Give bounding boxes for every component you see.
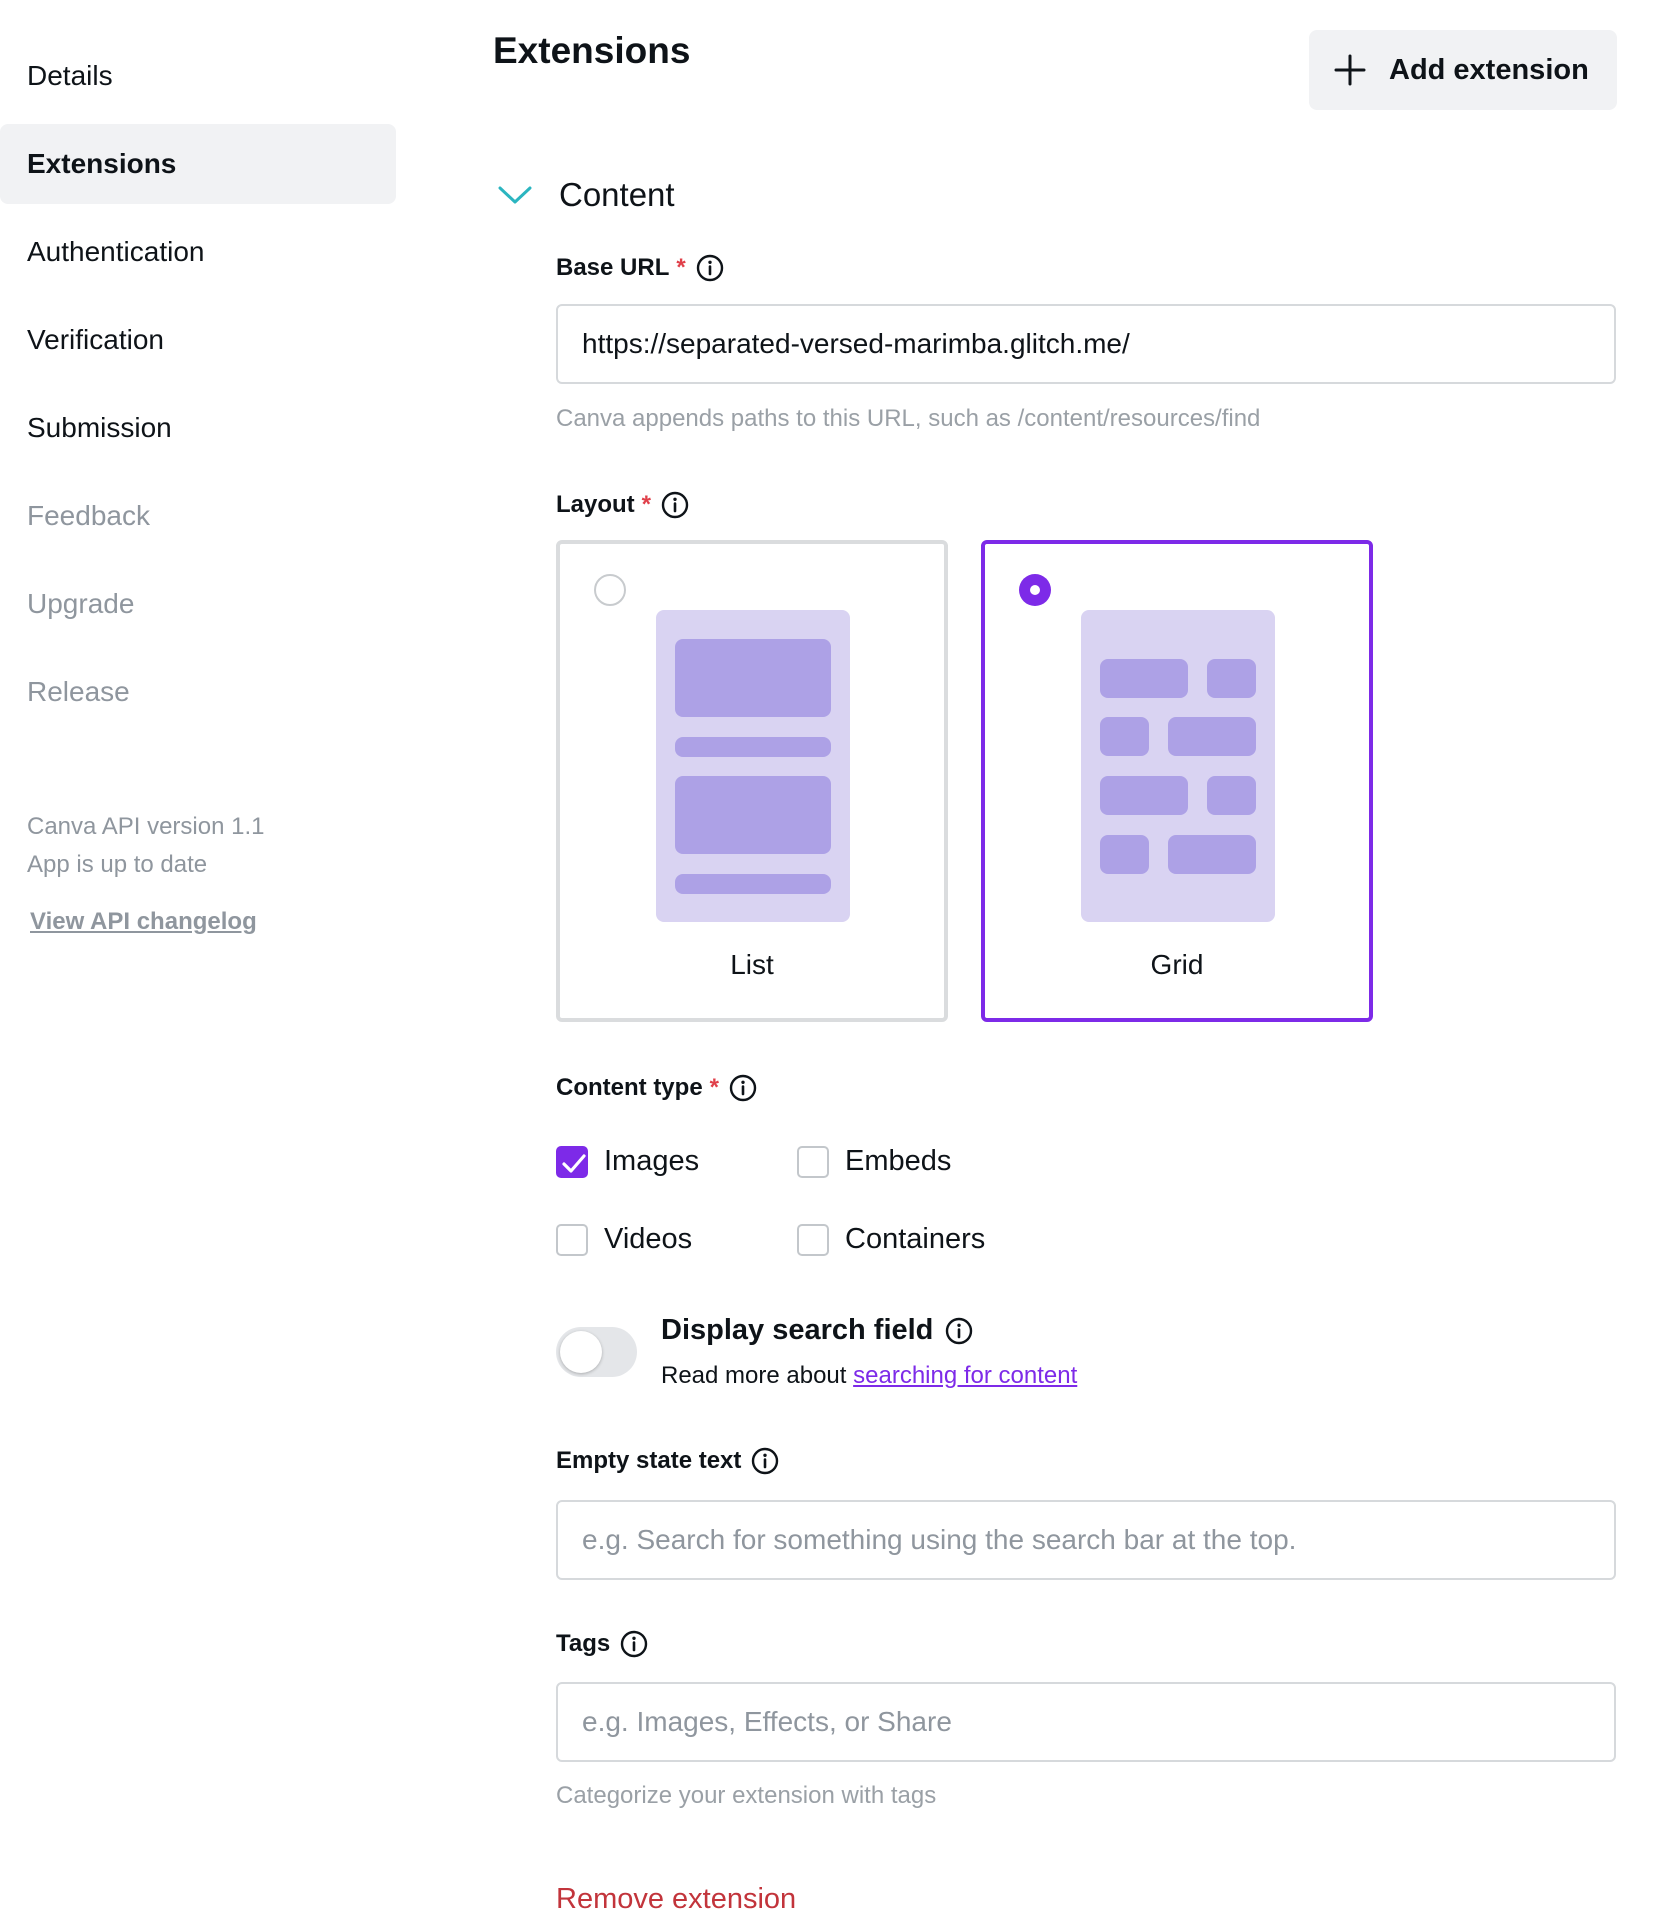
- plus-icon: [1334, 54, 1366, 86]
- layout-option-grid[interactable]: Grid: [981, 540, 1373, 1022]
- section-title: Content: [559, 176, 675, 213]
- extensions-settings-page: Details Extensions Authentication Verifi…: [0, 0, 1666, 1930]
- chevron-down-icon: [498, 186, 532, 204]
- content-type-videos[interactable]: Videos: [556, 1223, 692, 1256]
- content-section-toggle[interactable]: Content: [497, 176, 675, 214]
- sidebar-item-submission[interactable]: Submission: [0, 388, 396, 468]
- info-icon[interactable]: [945, 1317, 973, 1345]
- sidebar-item-details[interactable]: Details: [0, 36, 396, 116]
- base-url-input[interactable]: https://separated-versed-marimba.glitch.…: [556, 304, 1616, 384]
- tags-input[interactable]: e.g. Images, Effects, or Share: [556, 1682, 1616, 1762]
- api-changelog-link[interactable]: View API changelog: [30, 908, 257, 936]
- content-type-containers[interactable]: Containers: [797, 1223, 985, 1256]
- required-mark: *: [709, 1074, 720, 1101]
- info-icon[interactable]: [620, 1630, 648, 1658]
- base-url-help: Canva appends paths to this URL, such as…: [556, 405, 1261, 432]
- display-search-toggle[interactable]: [556, 1327, 637, 1377]
- layout-option-list[interactable]: List: [556, 540, 948, 1022]
- videos-checkbox[interactable]: [556, 1223, 588, 1256]
- api-version-text: Canva API version 1.1: [27, 813, 265, 840]
- info-icon[interactable]: [661, 491, 689, 519]
- images-checkbox[interactable]: [556, 1145, 588, 1178]
- sidebar-nav: Details Extensions Authentication Verifi…: [0, 36, 396, 740]
- required-mark: *: [641, 491, 652, 518]
- content-type-label: Content type *: [556, 1074, 757, 1102]
- content-type-images[interactable]: Images: [556, 1145, 699, 1178]
- searching-for-content-link[interactable]: searching for content: [853, 1362, 1077, 1389]
- info-icon[interactable]: [729, 1074, 757, 1102]
- layout-label: Layout *: [556, 491, 689, 519]
- tags-label: Tags: [556, 1630, 648, 1658]
- add-extension-button[interactable]: Add extension: [1309, 30, 1617, 110]
- sidebar-item-extensions[interactable]: Extensions: [0, 124, 396, 204]
- content-type-embeds[interactable]: Embeds: [797, 1145, 951, 1178]
- base-url-label: Base URL *: [556, 254, 724, 282]
- containers-checkbox[interactable]: [797, 1223, 829, 1256]
- list-label: List: [730, 949, 774, 980]
- empty-state-input[interactable]: e.g. Search for something using the sear…: [556, 1500, 1616, 1580]
- display-search-description: Read more about searching for content: [661, 1362, 1078, 1389]
- sidebar-item-upgrade: Upgrade: [27, 588, 135, 619]
- grid-label: Grid: [1150, 949, 1204, 980]
- empty-state-label: Empty state text: [556, 1447, 779, 1475]
- remove-extension-link[interactable]: Remove extension: [556, 1883, 796, 1916]
- tags-help: Categorize your extension with tags: [556, 1782, 937, 1809]
- sidebar-item-release: Release: [27, 676, 130, 707]
- info-icon[interactable]: [696, 254, 724, 282]
- add-extension-label: Add extension: [1389, 53, 1589, 86]
- list-radio[interactable]: [594, 574, 626, 606]
- toggle-knob: [560, 1331, 602, 1373]
- checkmark-icon: [562, 1153, 586, 1173]
- sidebar-item-feedback: Feedback: [27, 500, 150, 531]
- sidebar-item-authentication[interactable]: Authentication: [0, 212, 396, 292]
- grid-layout-illustration: [1081, 610, 1275, 922]
- display-search-title: Display search field: [661, 1314, 973, 1347]
- page-title: Extensions: [493, 30, 691, 71]
- embeds-checkbox[interactable]: [797, 1145, 829, 1178]
- app-status-text: App is up to date: [27, 851, 208, 878]
- list-layout-illustration: [656, 610, 850, 922]
- required-mark: *: [676, 254, 686, 281]
- sidebar-item-verification[interactable]: Verification: [0, 300, 396, 380]
- api-version-info: Canva API version 1.1 App is up to date: [27, 808, 264, 884]
- grid-radio[interactable]: [1019, 574, 1051, 606]
- info-icon[interactable]: [751, 1447, 779, 1475]
